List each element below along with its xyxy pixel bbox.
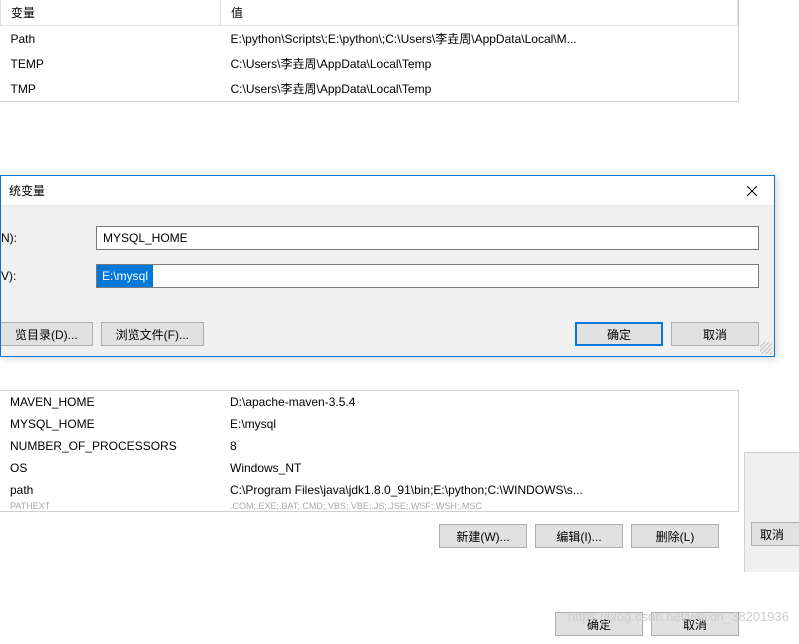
variable-value-input[interactable] (96, 264, 759, 288)
cancel-button[interactable]: 取消 (671, 322, 759, 346)
env-ok-button[interactable]: 确定 (555, 612, 643, 636)
close-button[interactable] (729, 176, 774, 206)
edit-variable-dialog: 统变量 N): V): E:\mysql 览目录(D)... 浏览文件(F)..… (0, 175, 775, 357)
delete-button[interactable]: 删除(L) (631, 524, 719, 548)
close-icon (747, 186, 757, 196)
table-row[interactable]: TEMP C:\Users\李垚周\AppData\Local\Temp (1, 51, 738, 76)
new-button[interactable]: 新建(W)... (439, 524, 527, 548)
dialog-button-row: 览目录(D)... 浏览文件(F)... 确定 取消 (1, 314, 774, 356)
ok-button[interactable]: 确定 (575, 322, 663, 346)
cell-variable: Path (1, 26, 221, 52)
cell-value: E:\mysql (220, 413, 739, 435)
dialog-body: N): V): E:\mysql (1, 206, 774, 314)
cell-value: 8 (220, 435, 739, 457)
cell-variable: NUMBER_OF_PROCESSORS (0, 435, 220, 457)
table-row[interactable]: path C:\Program Files\java\jdk1.8.0_91\b… (0, 479, 739, 501)
dialog-titlebar[interactable]: 统变量 (1, 176, 774, 206)
variable-value-row: V): E:\mysql (1, 264, 759, 288)
table-row[interactable]: MYSQL_HOME E:\mysql (0, 413, 739, 435)
table-row[interactable]: MAVEN_HOME D:\apache-maven-3.5.4 (0, 391, 739, 414)
cell-variable: OS (0, 457, 220, 479)
cell-value: Windows_NT (220, 457, 739, 479)
table-row[interactable]: TMP C:\Users\李垚周\AppData\Local\Temp (1, 76, 738, 101)
variable-name-row: N): (1, 226, 759, 250)
cell-variable: MYSQL_HOME (0, 413, 220, 435)
cell-value: C:\Users\李垚周\AppData\Local\Temp (221, 51, 738, 76)
cell-value: C:\Users\李垚周\AppData\Local\Temp (221, 76, 738, 101)
user-variables-table: 变量 值 Path E:\python\Scripts\;E:\python\;… (0, 0, 738, 101)
cell-variable: TEMP (1, 51, 221, 76)
table-row[interactable]: OS Windows_NT (0, 457, 739, 479)
edit-button[interactable]: 编辑(I)... (535, 524, 623, 548)
dialog-title: 统变量 (9, 182, 45, 199)
table-row[interactable]: PATHEXT .COM;.EXE;.BAT;.CMD;.VBS;.VBE;.J… (0, 501, 739, 512)
spacer (212, 322, 567, 346)
column-header-variable[interactable]: 变量 (1, 0, 221, 26)
variable-name-input[interactable] (96, 226, 759, 250)
browse-file-button[interactable]: 浏览文件(F)... (101, 322, 204, 346)
outer-cancel-button[interactable]: 取消 (751, 522, 799, 546)
cell-variable: PATHEXT (0, 501, 220, 512)
cell-variable: path (0, 479, 220, 501)
system-variables-panel: MAVEN_HOME D:\apache-maven-3.5.4 MYSQL_H… (0, 390, 739, 548)
cell-value: .COM;.EXE;.BAT;.CMD;.VBS;.VBE;.JS;.JSE;.… (220, 501, 739, 512)
env-dialog-button-row: 确定 取消 (555, 612, 739, 636)
system-variables-table: MAVEN_HOME D:\apache-maven-3.5.4 MYSQL_H… (0, 390, 739, 512)
variable-value-label: V): (1, 269, 96, 283)
right-panel-edge (744, 452, 799, 572)
table-row[interactable]: Path E:\python\Scripts\;E:\python\;C:\Us… (1, 26, 738, 52)
column-header-value[interactable]: 值 (221, 0, 738, 26)
resize-grip[interactable] (760, 342, 772, 354)
browse-directory-button[interactable]: 览目录(D)... (1, 322, 93, 346)
variable-name-label: N): (1, 231, 96, 245)
cell-variable: TMP (1, 76, 221, 101)
env-cancel-button[interactable]: 取消 (651, 612, 739, 636)
table-row[interactable]: NUMBER_OF_PROCESSORS 8 (0, 435, 739, 457)
cell-value: C:\Program Files\java\jdk1.8.0_91\bin;E:… (220, 479, 739, 501)
cell-value: E:\python\Scripts\;E:\python\;C:\Users\李… (221, 26, 738, 52)
cell-value: D:\apache-maven-3.5.4 (220, 391, 739, 414)
cell-variable: MAVEN_HOME (0, 391, 220, 414)
user-variables-panel: 变量 值 Path E:\python\Scripts\;E:\python\;… (0, 0, 739, 102)
system-variables-button-row: 新建(W)... 编辑(I)... 删除(L) (0, 512, 739, 548)
